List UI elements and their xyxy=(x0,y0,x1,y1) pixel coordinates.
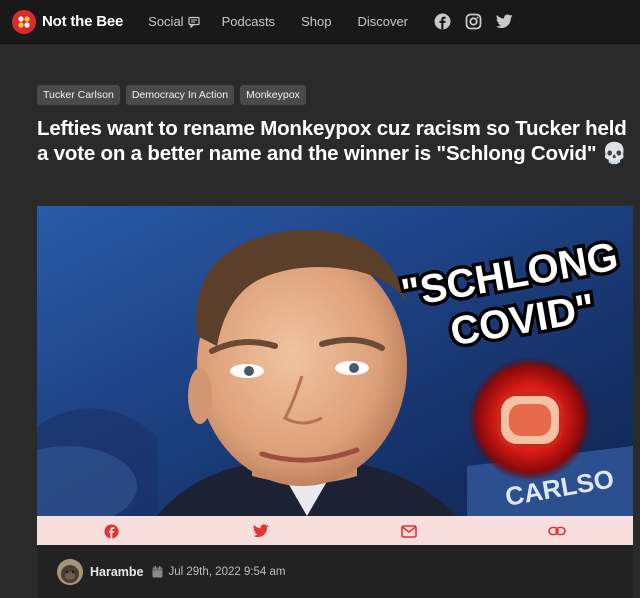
facebook-icon[interactable] xyxy=(102,522,120,540)
link-icon[interactable] xyxy=(548,522,566,540)
nav-social-label: Social xyxy=(148,14,184,29)
article-container: Tucker Carlson Democracy In Action Monke… xyxy=(0,45,640,598)
tag-tucker-carlson[interactable]: Tucker Carlson xyxy=(37,85,120,105)
social-links xyxy=(434,13,513,30)
share-bar xyxy=(37,516,633,545)
nav-podcasts[interactable]: Podcasts xyxy=(222,14,275,29)
twitter-icon[interactable] xyxy=(496,14,513,29)
author-meta: Harambe Jul 29th, 2022 9:54 am xyxy=(37,545,633,598)
logo-bee-icon xyxy=(12,9,36,34)
site-name: Not the Bee xyxy=(42,13,124,30)
envelope-icon[interactable] xyxy=(400,522,418,540)
instagram-icon[interactable] xyxy=(465,13,482,30)
author-avatar[interactable] xyxy=(57,558,83,585)
facebook-icon[interactable] xyxy=(434,13,451,30)
nav-shop[interactable]: Shop xyxy=(301,14,331,29)
nav-discover[interactable]: Discover xyxy=(357,14,408,29)
tag-monkeypox[interactable]: Monkeypox xyxy=(240,85,306,105)
nav-social[interactable]: Social xyxy=(148,14,200,29)
tag-democracy-in-action[interactable]: Democracy In Action xyxy=(125,85,235,105)
tag-list: Tucker Carlson Democracy In Action Monke… xyxy=(37,85,306,105)
article-hero-image[interactable]: CARLSO "SCHLONG COVID" xyxy=(37,206,633,516)
author-name[interactable]: Harambe xyxy=(90,565,144,579)
twitter-icon[interactable] xyxy=(252,522,270,540)
chat-icon xyxy=(187,16,200,28)
post-date: Jul 29th, 2022 9:54 am xyxy=(168,565,286,578)
article-title: Lefties want to rename Monkeypox cuz rac… xyxy=(37,117,628,165)
calendar-icon xyxy=(152,565,163,578)
top-navigation: Not the Bee Social Podcasts Shop Discove… xyxy=(0,0,640,44)
site-logo[interactable]: Not the Bee xyxy=(12,9,124,34)
